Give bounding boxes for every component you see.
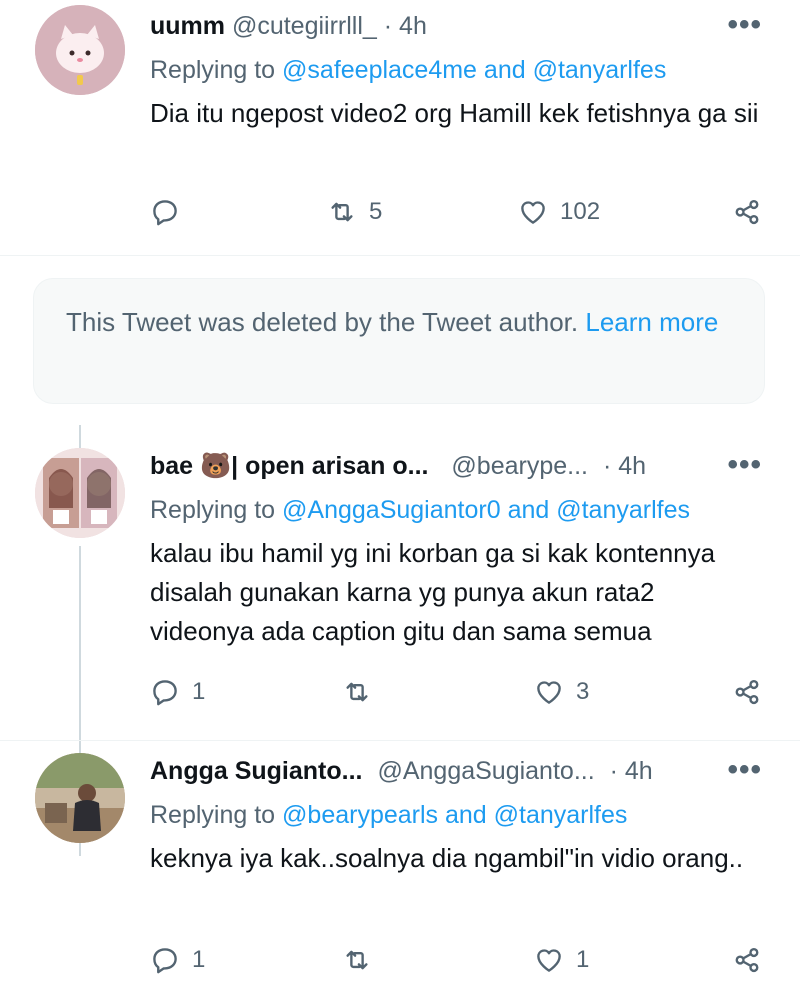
display-name[interactable]: uumm xyxy=(150,12,225,40)
reply-count: 1 xyxy=(192,946,206,973)
heart-icon xyxy=(521,201,545,224)
avatar-image xyxy=(35,753,125,843)
tweet-1[interactable]: uumm @cutegiirrlll_ · 4h ••• Replying to… xyxy=(0,0,800,250)
divider xyxy=(0,255,800,256)
retweet-button[interactable] xyxy=(342,672,384,712)
share-button[interactable] xyxy=(732,672,762,712)
tweet-text: Dia itu ngepost video2 org Hamill kek fe… xyxy=(150,98,759,128)
reply-icon xyxy=(153,200,177,226)
replying-to-links[interactable]: @safeeplace4me and @tanyarlfes xyxy=(282,56,666,84)
avatar-image xyxy=(35,448,125,538)
tweet-actions: 5 102 xyxy=(0,192,800,232)
replying-to: Replying to @safeeplace4me and @tanyarlf… xyxy=(150,56,666,85)
share-icon xyxy=(735,199,759,225)
tweet-3[interactable]: Angga Sugianto... @AnggaSugianto... · 4h… xyxy=(0,745,800,999)
reply-button[interactable]: 1 xyxy=(150,940,205,980)
avatar[interactable] xyxy=(35,753,125,843)
tweet-2[interactable]: bae 🐻| open arisan o... @bearype... · 4h… xyxy=(0,440,800,856)
display-name[interactable]: bae 🐻| open arisan o... xyxy=(150,452,428,480)
tweet-text: kalau ibu hamil yg ini korban ga si kak … xyxy=(150,538,716,646)
share-button[interactable] xyxy=(732,940,762,980)
timestamp[interactable]: · 4h xyxy=(603,452,646,480)
reply-icon xyxy=(153,948,177,974)
like-button[interactable]: 3 xyxy=(534,672,589,712)
retweet-icon xyxy=(346,682,368,702)
deleted-notice-text: This Tweet was deleted by the Tweet auth… xyxy=(66,307,586,337)
user-handle[interactable]: @cutegiirrlll_ xyxy=(232,12,377,40)
heart-icon xyxy=(537,681,561,704)
like-count: 3 xyxy=(576,678,590,705)
user-handle[interactable]: @bearype... xyxy=(451,452,588,480)
like-button[interactable]: 1 xyxy=(534,940,589,980)
like-count: 1 xyxy=(576,946,590,973)
like-count: 102 xyxy=(560,198,601,225)
heart-icon xyxy=(537,949,561,972)
user-handle[interactable]: @AnggaSugianto... xyxy=(377,757,594,785)
avatar[interactable] xyxy=(35,5,125,95)
share-button[interactable] xyxy=(732,192,762,232)
reply-button[interactable]: 1 xyxy=(150,672,205,712)
like-button[interactable]: 102 xyxy=(518,192,600,232)
more-options-icon[interactable]: ••• xyxy=(727,448,762,482)
more-options-icon[interactable]: ••• xyxy=(727,753,762,787)
reply-icon xyxy=(153,680,177,706)
avatar[interactable] xyxy=(35,448,125,538)
more-options-icon[interactable]: ••• xyxy=(727,8,762,42)
display-name[interactable]: Angga Sugianto... xyxy=(150,757,363,785)
tweet-actions: 1 1 xyxy=(0,940,800,980)
replying-to-label: Replying to xyxy=(150,801,283,829)
timestamp[interactable]: · 4h xyxy=(610,757,653,785)
timestamp[interactable]: · 4h xyxy=(384,12,427,40)
replying-to-links[interactable]: @AnggaSugiantor0 and @tanyarlfes xyxy=(282,496,690,524)
replying-to: Replying to @AnggaSugiantor0 and @tanyar… xyxy=(150,496,690,525)
tweet-header: bae 🐻| open arisan o... @bearype... · 4h… xyxy=(150,448,770,492)
replying-to-label: Replying to xyxy=(150,496,283,524)
divider xyxy=(0,740,800,741)
deleted-tweet-notice: This Tweet was deleted by the Tweet auth… xyxy=(33,278,765,404)
replying-to-label: Replying to xyxy=(150,56,283,84)
share-icon xyxy=(735,679,759,705)
retweet-button[interactable] xyxy=(342,940,384,980)
retweet-icon xyxy=(331,202,353,222)
replying-to: Replying to @bearypearls and @tanyarlfes xyxy=(150,801,627,830)
tweet-header: uumm @cutegiirrlll_ · 4h ••• xyxy=(150,8,770,52)
tweet-text: keknya iya kak..soalnya dia ngambil"in v… xyxy=(150,843,744,873)
tweet-actions: 1 3 xyxy=(0,672,800,712)
learn-more-link[interactable]: Learn more xyxy=(585,307,718,337)
retweet-icon xyxy=(346,950,368,970)
retweet-button[interactable]: 5 xyxy=(327,192,382,232)
tweet-header: Angga Sugianto... @AnggaSugianto... · 4h… xyxy=(150,753,770,797)
avatar-image xyxy=(35,5,125,95)
replying-to-links[interactable]: @bearypearls and @tanyarlfes xyxy=(282,801,627,829)
retweet-count: 5 xyxy=(369,198,383,225)
share-icon xyxy=(735,947,759,973)
reply-button[interactable] xyxy=(150,192,192,232)
reply-count: 1 xyxy=(192,678,206,705)
